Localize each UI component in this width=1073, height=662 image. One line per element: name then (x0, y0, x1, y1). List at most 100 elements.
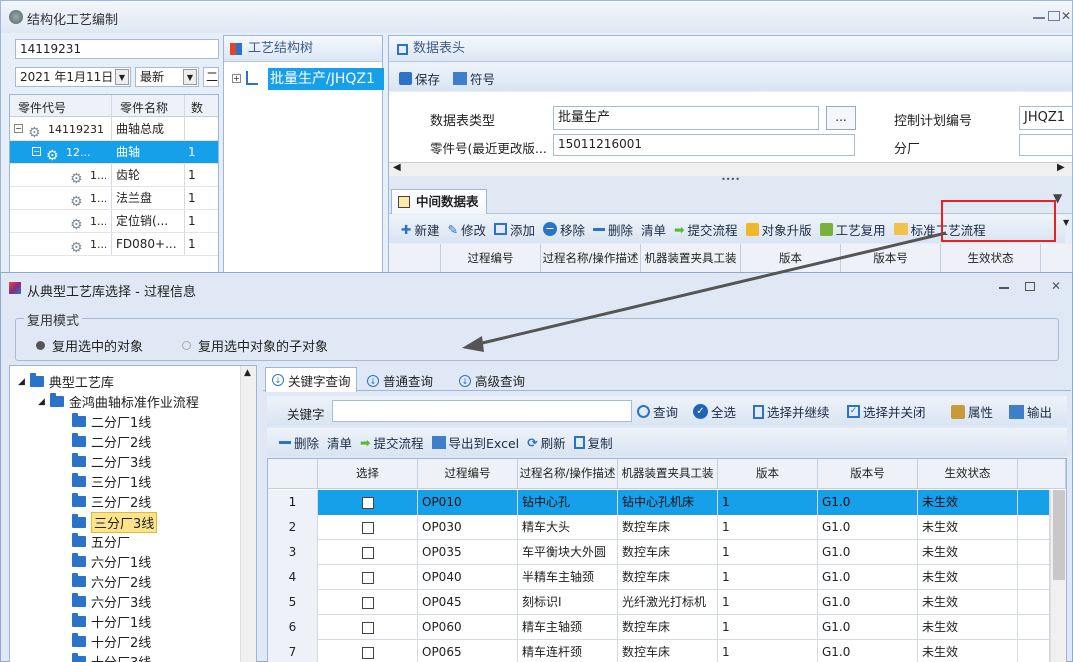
save-button[interactable]: 保存 (399, 69, 440, 88)
restore-icon[interactable] (1048, 11, 1060, 21)
minimize-icon[interactable] (1033, 11, 1045, 19)
table-row[interactable]: 1 OP010 钻中心孔 钻中心孔机床 1 G1.0 未生效 (268, 490, 1050, 515)
middle-col-version[interactable]: 版本 (741, 244, 841, 274)
tree-item[interactable]: 二分厂2线 (72, 432, 151, 451)
tab-normal-query[interactable]: ↓ 普通查询 (367, 371, 433, 390)
dialog-restore-icon[interactable] (1025, 282, 1035, 291)
scroll-left-icon[interactable]: ◀ (393, 162, 401, 173)
copy-button[interactable]: 复制 (573, 433, 613, 452)
tab-advanced-query[interactable]: ↓ 高级查询 (459, 371, 525, 390)
row-checkbox[interactable] (361, 596, 374, 609)
col-select[interactable]: 选择 (318, 459, 418, 489)
delete-button[interactable]: 删除 (593, 220, 633, 239)
close-icon[interactable]: ✕ (1061, 9, 1071, 23)
new-button[interactable]: ✚ 新建 (401, 220, 440, 239)
col-process-id[interactable]: 过程编号 (418, 459, 518, 489)
radio-reuse-selected[interactable]: 复用选中的对象 (36, 336, 143, 355)
date-picker[interactable]: 2021 年1月11日 (15, 67, 131, 87)
remove-button[interactable]: − 移除 (543, 220, 585, 239)
select-all-button[interactable]: ✓ 全选 (693, 402, 736, 421)
row-checkbox[interactable] (361, 546, 374, 559)
tree-item[interactable]: 二分厂1线 (72, 412, 151, 431)
tree-vscrollbar[interactable]: ▲ (240, 366, 256, 662)
middle-col-process-name[interactable]: 过程名称/操作描述 (541, 244, 641, 274)
refresh-button[interactable]: ⟳ 刷新 (527, 433, 566, 452)
version-dropdown-icon[interactable]: ▼ (183, 69, 197, 85)
tree-item[interactable]: 三分厂3线 (72, 512, 158, 533)
edit-button[interactable]: ✎ 修改 (448, 220, 487, 239)
col-process-name[interactable]: 过程名称/操作描述 (518, 459, 618, 489)
list-button[interactable]: 清单 (641, 220, 666, 239)
col-state[interactable]: 生效状态 (918, 459, 1018, 489)
col-version[interactable]: 版本 (718, 459, 818, 489)
expand-icon[interactable]: + (232, 74, 241, 83)
col-machine[interactable]: 机器装置夹具工装 (618, 459, 718, 489)
scroll-right-icon[interactable]: ▶ (1057, 162, 1065, 173)
middle-col-machine[interactable]: 机器装置夹具工装 (641, 244, 741, 274)
col-part-name[interactable]: 零件名称 (120, 99, 168, 116)
tree-child-row[interactable]: ◢ 金鸿曲轴标准作业流程 (38, 392, 199, 411)
tree-item[interactable]: 五分厂 (72, 532, 130, 551)
tree-scroll-up-icon[interactable]: ▲ (244, 368, 251, 378)
add-button[interactable]: 添加 (494, 220, 535, 239)
col-qty[interactable]: 数 (191, 99, 203, 116)
select-close-button[interactable]: ✓ 选择并关闭 (847, 402, 926, 421)
query-button[interactable]: 查询 (637, 402, 678, 421)
collapse-icon[interactable]: − (14, 124, 23, 133)
row-checkbox[interactable] (361, 646, 374, 659)
table-row[interactable]: 7 OP065 精车连杆颈 数控车床 1 G1.0 未生效 (268, 640, 1050, 662)
process-tree-node[interactable]: 批量生产/JHQZ1 (268, 68, 384, 90)
tree-item[interactable]: 六分厂3线 (72, 592, 151, 611)
browse-button[interactable]: ... (826, 106, 856, 130)
dlg-list-button[interactable]: 清单 (327, 433, 352, 452)
col-part-code[interactable]: 零件代号 (18, 99, 66, 116)
extra-select[interactable]: 二 (203, 67, 219, 87)
select-cell[interactable] (318, 515, 418, 540)
row-checkbox[interactable] (361, 621, 374, 634)
row-checkbox[interactable] (361, 571, 374, 584)
tree-item[interactable]: 六分厂2线 (72, 572, 151, 591)
keyword-input[interactable] (332, 400, 632, 422)
radio-reuse-children[interactable]: 复用选中对象的子对象 (182, 336, 328, 355)
tree-item[interactable]: 十分厂2线 (72, 632, 151, 651)
tree-item[interactable]: 十分厂1线 (72, 612, 151, 631)
branch-field[interactable] (1019, 134, 1073, 156)
type-field[interactable]: 批量生产 (553, 106, 819, 130)
tree-item[interactable]: 十分厂3线 (72, 652, 151, 662)
middle-col-version-no[interactable]: 版本号 (841, 244, 941, 274)
middle-col-state[interactable]: 生效状态 (941, 244, 1041, 274)
table-row[interactable]: 2 OP030 精车大头 数控车床 1 G1.0 未生效 (268, 515, 1050, 540)
grid-vscrollbar[interactable] (1050, 490, 1066, 662)
collapse-icon[interactable]: − (32, 147, 41, 156)
dlg-submit-button[interactable]: ➡ 提交流程 (360, 433, 424, 452)
part-search-input[interactable]: 14119231 (15, 39, 219, 59)
table-row[interactable]: 4 OP040 半精车主轴颈 数控车床 1 G1.0 未生效 (268, 565, 1050, 590)
table-row[interactable]: 6 OP060 精车主轴颈 数控车床 1 G1.0 未生效 (268, 615, 1050, 640)
submit-flow-button[interactable]: ➡ 提交流程 (674, 220, 738, 239)
row-checkbox[interactable] (361, 521, 374, 534)
plan-field[interactable]: JHQZ1 (1019, 106, 1073, 130)
select-cell[interactable] (318, 640, 418, 662)
upgrade-button[interactable]: 对象升版 (745, 220, 812, 239)
toolbar-scroll-icon[interactable]: ▼ (1063, 218, 1069, 227)
part-tree-row[interactable]: ⚙ 1... 定位销(... 1 (10, 210, 218, 233)
properties-button[interactable]: 属性 (951, 402, 993, 421)
date-dropdown-icon[interactable]: ▼ (115, 69, 129, 85)
splitter[interactable]: •••• (389, 176, 1072, 187)
grid-scroll-thumb[interactable] (1053, 490, 1065, 580)
row-checkbox[interactable] (361, 496, 374, 509)
tree-item[interactable]: 三分厂2线 (72, 492, 151, 511)
select-cell[interactable] (318, 615, 418, 640)
dialog-close-icon[interactable]: ✕ (1051, 279, 1061, 293)
part-tree-row[interactable]: ⚙ 1... FD080+... 1 (10, 233, 218, 256)
table-row[interactable]: 5 OP045 刻标识I 光纤激光打标机 1 G1.0 未生效 (268, 590, 1050, 615)
middle-col-process-id[interactable]: 过程编号 (441, 244, 541, 274)
output-button[interactable]: 输出 (1009, 402, 1052, 421)
table-row[interactable]: 3 OP035 车平衡块大外圆 数控车床 1 G1.0 未生效 (268, 540, 1050, 565)
export-excel-button[interactable]: 导出到Excel (431, 433, 519, 452)
tree-item[interactable]: 六分厂1线 (72, 552, 151, 571)
tab-middle-data[interactable]: 中间数据表 (391, 189, 487, 214)
reuse-button[interactable]: 工艺复用 (819, 220, 886, 239)
tab-keyword-query[interactable]: ↓ 关键字查询 (265, 367, 357, 392)
part-tree-row[interactable]: − ⚙ 12... 曲轴 1 (10, 141, 218, 164)
